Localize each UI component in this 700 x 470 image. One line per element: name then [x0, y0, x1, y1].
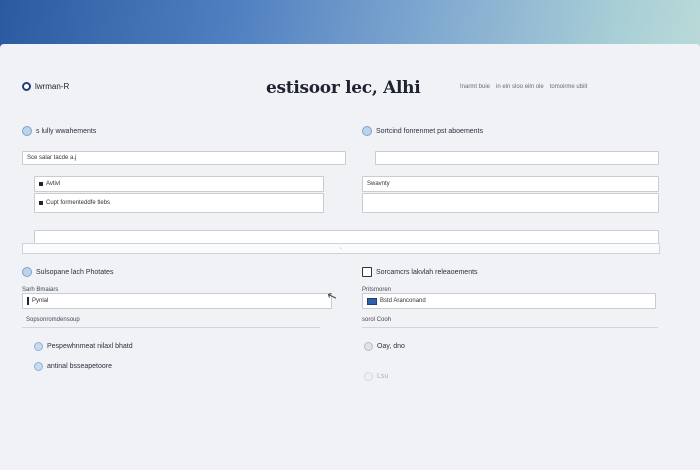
option-left-1-label: Pespewhnmeat nilaxl bhatd: [47, 343, 133, 350]
option-left-2-label: antinal bsseapetoore: [47, 363, 112, 370]
nav-link-1[interactable]: Inarmt buie: [460, 84, 490, 90]
section2-right-title: Sorcamcrs lakvlah releaoements: [376, 268, 478, 276]
section1-left-field2-value: Cupt formenteddfe tlebs: [46, 200, 111, 206]
section2-left-input-value: Pynlal: [32, 298, 49, 304]
section-icon: [362, 267, 372, 277]
nav-link-2[interactable]: in ein sloo eiln ole: [496, 84, 544, 90]
section1-right-field2[interactable]: [362, 193, 659, 213]
divider-left: [22, 327, 320, 328]
bullet-icon: [39, 182, 43, 186]
section1-right-input[interactable]: [375, 151, 659, 165]
section1-left-title: s lully wwahements: [36, 127, 97, 135]
section2-right-input-value: Bstd Aranconand: [380, 298, 426, 304]
section1-left-field1-value: Avtivl: [46, 181, 61, 187]
strip-marker-icon: ◦: [339, 245, 343, 252]
flag-icon: [367, 297, 377, 305]
section1-left-field1[interactable]: Avtivl: [34, 176, 324, 192]
section1-left-input[interactable]: Sce salar tacde a.j: [22, 151, 346, 165]
radio-icon: [364, 342, 373, 351]
section2-right-input[interactable]: Bstd Aranconand: [362, 293, 656, 309]
section1-right-title: Sortcind fonrenmet pst aboements: [376, 127, 484, 135]
header-nav: Inarmt buie in ein sloo eiln ole tomoirm…: [460, 84, 587, 90]
section1-right-field1[interactable]: Swavnty: [362, 176, 659, 192]
text-cursor-icon: [27, 297, 29, 305]
logo-text: lwrman-R: [35, 82, 70, 91]
nav-link-3[interactable]: tomoirme ubiit: [550, 84, 588, 90]
section2-left-heading: Sulsopane lach Photates: [22, 267, 113, 277]
option-left-1[interactable]: Pespewhnmeat nilaxl bhatd: [34, 342, 133, 351]
radio-icon: [364, 372, 373, 381]
option-right-1-label: Oay, dno: [377, 343, 405, 350]
section-icon: [22, 126, 32, 136]
section1-right-field1-value: Swavnty: [367, 181, 390, 187]
radio-icon: [34, 362, 43, 371]
page-title: estisoor lec, Alhi: [266, 78, 421, 98]
section-icon: [22, 267, 32, 277]
section2-left-title: Sulsopane lach Photates: [36, 268, 114, 276]
option-right-1[interactable]: Oay, dno: [364, 342, 405, 351]
option-left-2[interactable]: antinal bsseapetoore: [34, 362, 112, 371]
section1-left-field2[interactable]: Cupt formenteddfe tlebs: [34, 193, 324, 213]
logo-icon: [22, 82, 31, 91]
section2-right-sub: sorol Cooh: [362, 317, 392, 323]
section1-right-heading: Sortcind fonrenmet pst aboements: [362, 126, 483, 136]
bullet-icon: [39, 201, 43, 205]
collapse-strip[interactable]: ◦: [22, 243, 660, 254]
section1-left-input-value: Sce salar tacde a.j: [27, 155, 77, 161]
section2-left-sub: Sopsonromdensoup: [26, 317, 80, 323]
wide-input[interactable]: [34, 230, 659, 244]
section1-left-heading: s lully wwahements: [22, 126, 96, 136]
divider-right: [362, 327, 658, 328]
option-right-2-label: Lsu: [377, 373, 389, 380]
section2-right-heading: Sorcamcrs lakvlah releaoements: [362, 267, 478, 277]
section2-left-input[interactable]: Pynlal: [22, 293, 332, 309]
main-window: lwrman-R estisoor lec, Alhi Inarmt buie …: [0, 44, 700, 470]
option-right-2[interactable]: Lsu: [364, 372, 388, 381]
app-logo[interactable]: lwrman-R: [22, 82, 69, 91]
radio-icon: [34, 342, 43, 351]
section-icon: [362, 126, 372, 136]
